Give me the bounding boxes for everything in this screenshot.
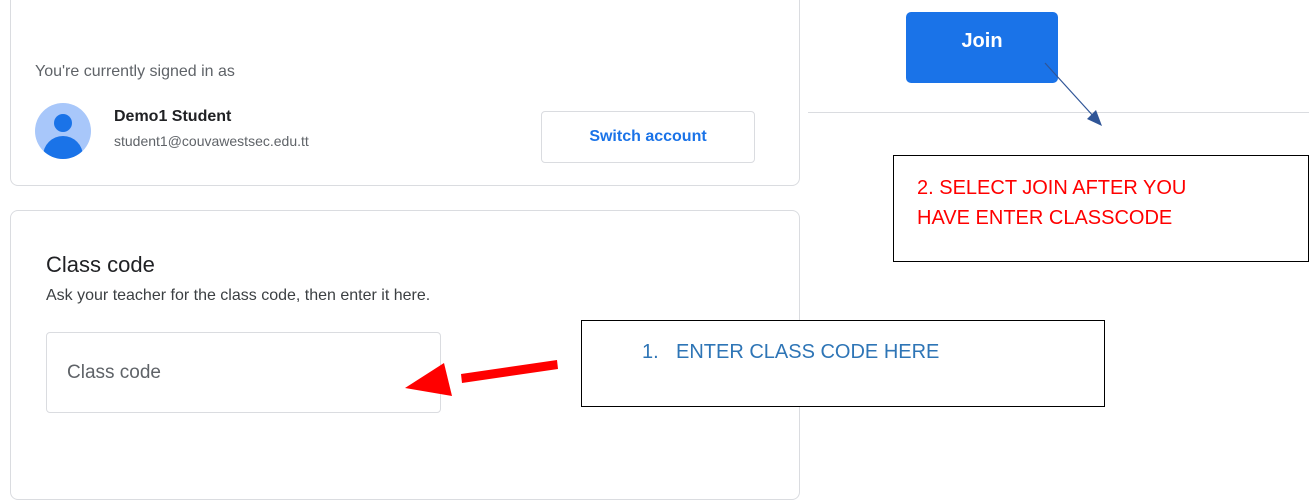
class-code-help-text: Ask your teacher for the class code, the…: [46, 287, 431, 304]
header-divider: [808, 112, 1309, 113]
class-code-title: Class code: [46, 252, 155, 277]
annotation-select-join-line2: HAVE ENTER CLASSCODE: [917, 207, 1173, 229]
avatar-head: [54, 114, 72, 132]
avatar-shoulders: [43, 136, 83, 159]
signed-in-label: You're currently signed in as: [35, 63, 235, 80]
join-button[interactable]: Join: [906, 12, 1058, 83]
switch-account-button[interactable]: Switch account: [541, 111, 755, 163]
annotation-enter-code-number: 1.: [642, 341, 659, 363]
annotation-enter-code: 1. ENTER CLASS CODE HERE: [581, 320, 1105, 407]
annotation-select-join-line1: 2. SELECT JOIN AFTER YOU: [917, 177, 1187, 199]
user-email: student1@couvawestsec.edu.tt: [114, 133, 309, 149]
annotation-select-join: 2. SELECT JOIN AFTER YOU HAVE ENTER CLAS…: [893, 155, 1309, 262]
avatar-icon: [35, 103, 91, 159]
user-name: Demo1 Student: [114, 108, 232, 125]
annotation-enter-code-text: ENTER CLASS CODE HERE: [676, 341, 940, 363]
class-code-input[interactable]: [46, 332, 441, 413]
